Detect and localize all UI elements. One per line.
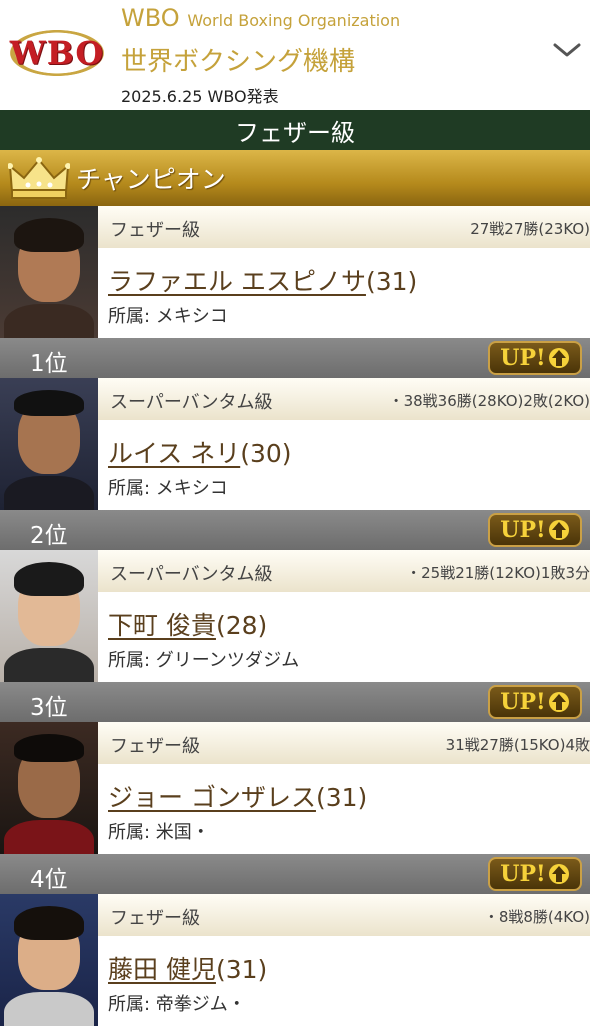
rank-label: 4位 <box>30 867 68 893</box>
boxer-photo <box>0 206 98 338</box>
arrow-up-icon <box>548 692 569 712</box>
rank-header: 3位 UP! <box>0 682 590 722</box>
announcement-date: 2025.6.25 WBO発表 <box>121 87 279 106</box>
boxer-record: 27戦27勝(23KO) <box>470 220 590 238</box>
boxer-photo <box>0 378 98 510</box>
boxer-name[interactable]: 藤田 健児(31) <box>108 950 267 986</box>
boxer-weight-class: スーパーバンタム級 <box>110 564 273 585</box>
boxer-affiliation: 所属: 帝拳ジム・ <box>108 994 246 1015</box>
crown-icon <box>8 157 70 199</box>
boxer-name[interactable]: 下町 俊貴(28) <box>108 606 267 642</box>
boxer-affiliation: 所属: グリーンツダジム <box>108 650 300 671</box>
rank-label: 3位 <box>30 695 68 721</box>
boxer-record: 31戦27勝(15KO)4敗 <box>445 736 590 754</box>
rank-label: 2位 <box>30 523 68 549</box>
boxer-info: スーパーバンタム級 ・38戦36勝(28KO)2敗(2KO) ルイス ネリ(30… <box>98 378 590 510</box>
chevron-down-icon[interactable] <box>552 40 582 60</box>
boxer-name[interactable]: ジョー ゴンザレス(31) <box>108 778 367 814</box>
weight-class-title: フェザー級 <box>0 110 590 150</box>
rank-header: 4位 UP! <box>0 854 590 894</box>
boxer-info: フェザー級 27戦27勝(23KO) ラファエル エスピノサ(31) 所属: メ… <box>98 206 590 338</box>
boxer-affiliation: 所属: 米国・ <box>108 822 210 843</box>
ranked-boxer-card[interactable]: スーパーバンタム級 ・38戦36勝(28KO)2敗(2KO) ルイス ネリ(30… <box>0 378 590 510</box>
boxer-record: ・38戦36勝(28KO)2敗(2KO) <box>388 392 590 410</box>
rank-header: 2位 UP! <box>0 510 590 550</box>
boxer-info: フェザー級 31戦27勝(15KO)4敗 ジョー ゴンザレス(31) 所属: 米… <box>98 722 590 854</box>
boxer-info: フェザー級 ・8戦8勝(4KO) 藤田 健児(31) 所属: 帝拳ジム・ <box>98 894 590 1026</box>
wbo-logo: WBO <box>4 27 110 79</box>
boxer-weight-class: フェザー級 <box>110 220 200 241</box>
boxer-weight-class: フェザー級 <box>110 736 200 757</box>
boxer-affiliation: 所属: メキシコ <box>108 306 228 327</box>
rank-label: 1位 <box>30 351 68 377</box>
champion-card[interactable]: フェザー級 27戦27勝(23KO) ラファエル エスピノサ(31) 所属: メ… <box>0 206 590 338</box>
boxer-name[interactable]: ルイス ネリ(30) <box>108 434 292 470</box>
boxer-name[interactable]: ラファエル エスピノサ(31) <box>108 262 417 298</box>
rank-header: 1位 UP! <box>0 338 590 378</box>
up-badge[interactable]: UP! <box>488 685 582 719</box>
org-name-jp: 世界ボクシング機構 <box>121 47 356 77</box>
boxer-record: ・8戦8勝(4KO) <box>483 908 590 926</box>
ranked-boxer-card[interactable]: フェザー級 31戦27勝(15KO)4敗 ジョー ゴンザレス(31) 所属: 米… <box>0 722 590 854</box>
champion-header: チャンピオン <box>0 150 590 206</box>
up-badge[interactable]: UP! <box>488 513 582 547</box>
boxer-photo <box>0 894 98 1026</box>
boxer-weight-class: フェザー級 <box>110 908 200 929</box>
champion-label: チャンピオン <box>76 165 226 194</box>
ranked-boxer-card[interactable]: フェザー級 ・8戦8勝(4KO) 藤田 健児(31) 所属: 帝拳ジム・ <box>0 894 590 1026</box>
arrow-up-icon <box>548 520 569 540</box>
arrow-up-icon <box>548 348 569 368</box>
boxer-record: ・25戦21勝(12KO)1敗3分 <box>406 564 590 582</box>
ranked-boxer-card[interactable]: スーパーバンタム級 ・25戦21勝(12KO)1敗3分 下町 俊貴(28) 所属… <box>0 550 590 682</box>
up-badge[interactable]: UP! <box>488 857 582 891</box>
org-name-en: WBO World Boxing Organization <box>121 4 401 32</box>
boxer-affiliation: 所属: メキシコ <box>108 478 228 499</box>
boxer-weight-class: スーパーバンタム級 <box>110 392 273 413</box>
arrow-up-icon <box>548 864 569 884</box>
header: WBO WBO World Boxing Organization 世界ボクシン… <box>0 0 590 110</box>
boxer-photo <box>0 722 98 854</box>
boxer-info: スーパーバンタム級 ・25戦21勝(12KO)1敗3分 下町 俊貴(28) 所属… <box>98 550 590 682</box>
up-badge[interactable]: UP! <box>488 341 582 375</box>
boxer-photo <box>0 550 98 682</box>
